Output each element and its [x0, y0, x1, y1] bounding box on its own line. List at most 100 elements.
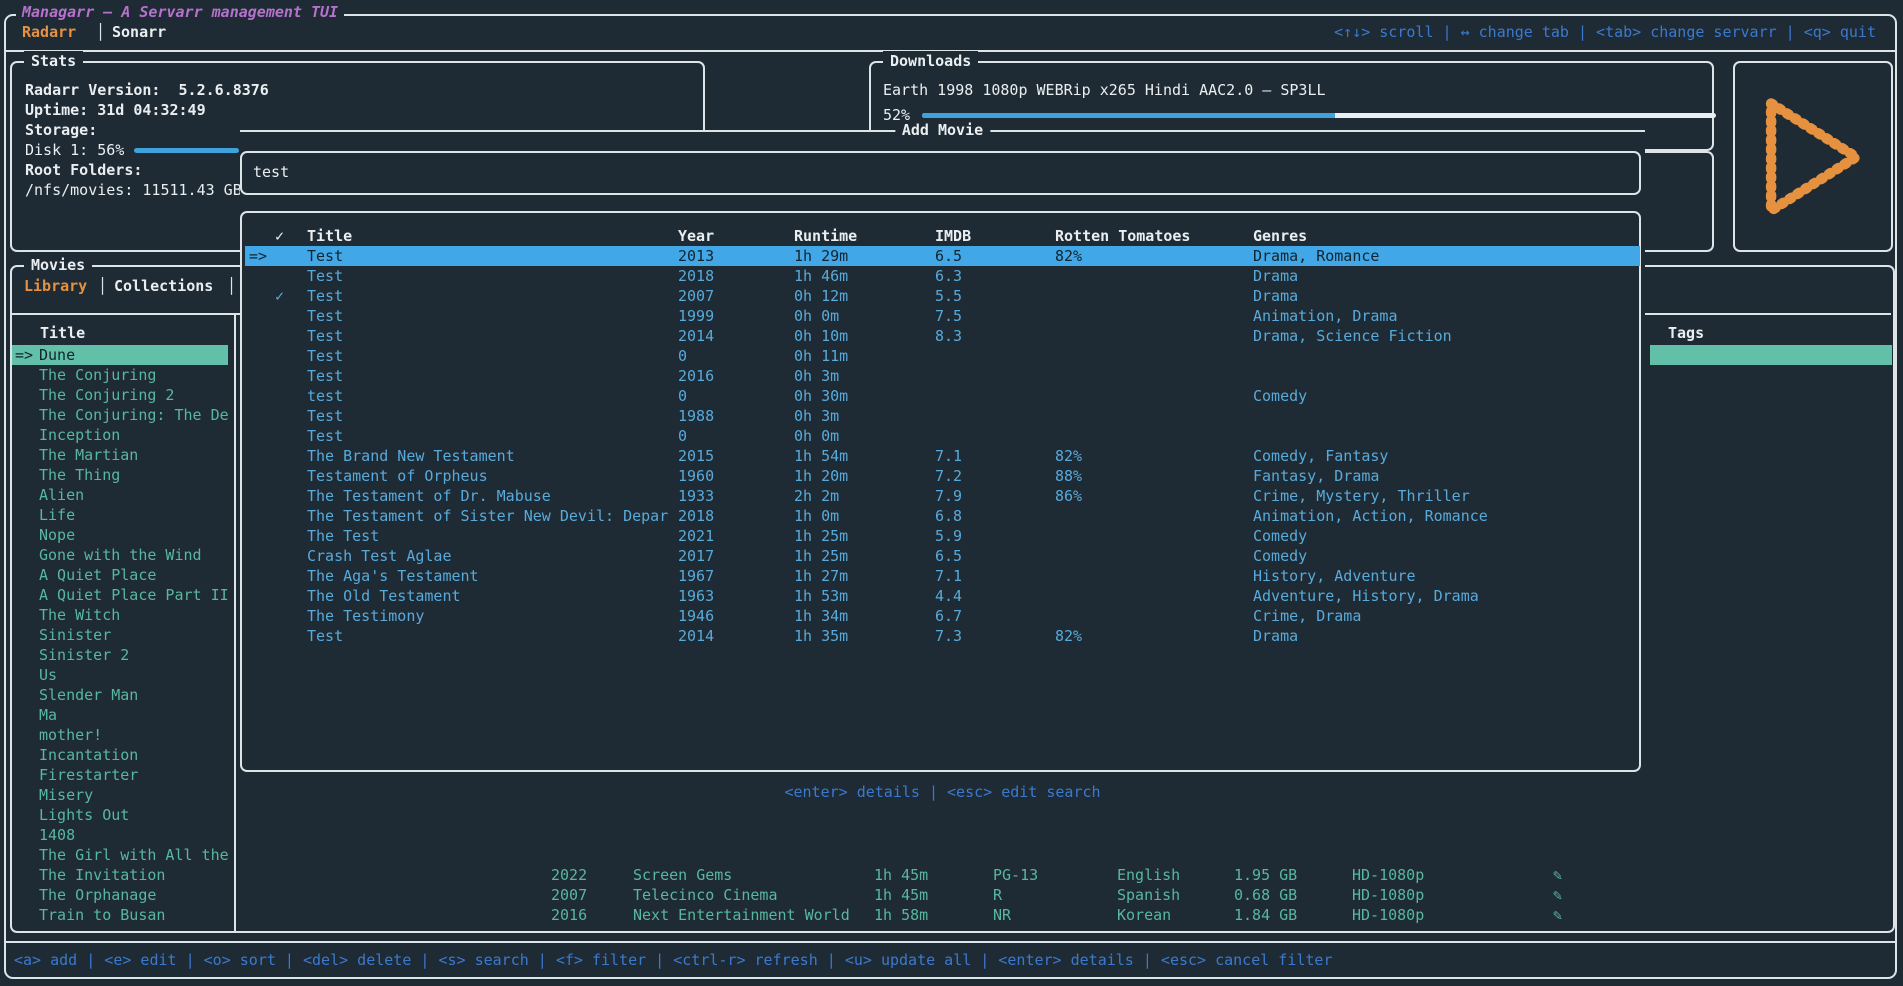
servarr-tab-radarr[interactable]: Radarr: [22, 22, 76, 42]
movie-list-item[interactable]: Sinister 2: [39, 645, 129, 665]
search-result-row[interactable]: Test20181h 46m6.3Drama: [245, 266, 1640, 286]
search-result-row[interactable]: The Test20211h 25m5.9Comedy: [245, 526, 1640, 546]
detail-language: English: [1117, 865, 1180, 885]
movie-detail-row[interactable]: 2007Telecinco Cinema1h 45mRSpanish0.68 G…: [12, 885, 1893, 905]
servarr-tab-sonarr[interactable]: Sonarr: [112, 22, 166, 42]
result-year: 0: [678, 386, 687, 406]
search-result-row[interactable]: Test20160h 3m: [245, 366, 1640, 386]
detail-quality-profile: HD-1080p: [1352, 905, 1424, 925]
detail-year: 2016: [551, 905, 587, 925]
movie-list-item[interactable]: A Quiet Place: [39, 565, 156, 585]
result-year: 1967: [678, 566, 714, 586]
stats-version-label: Radarr Version:: [25, 81, 160, 99]
movie-list-item[interactable]: A Quiet Place Part II: [39, 585, 229, 605]
movie-list-item[interactable]: Firestarter: [39, 765, 138, 785]
movie-detail-row[interactable]: 2016Next Entertainment World1h 58mNRKore…: [12, 905, 1893, 925]
movie-list-item[interactable]: mother!: [39, 725, 102, 745]
result-genres: Animation, Action, Romance: [1253, 506, 1488, 526]
result-title: Test: [307, 286, 343, 306]
result-imdb-rating: 6.5: [935, 546, 962, 566]
edit-pencil-icon[interactable]: ✎: [1553, 905, 1562, 925]
search-result-row[interactable]: Test00h 0m: [245, 426, 1640, 446]
search-result-row[interactable]: The Testament of Dr. Mabuse19332h 2m7.98…: [245, 486, 1640, 506]
movie-list-item[interactable]: Alien: [39, 485, 84, 505]
detail-studio: Next Entertainment World: [633, 905, 850, 925]
movies-tab-library[interactable]: Library: [24, 276, 87, 296]
movie-list-item[interactable]: The Girl with All the: [39, 845, 229, 865]
result-title: The Testament of Dr. Mabuse: [307, 486, 551, 506]
edit-pencil-icon[interactable]: ✎: [1553, 885, 1562, 905]
search-result-row[interactable]: The Old Testament19631h 53m4.4Adventure,…: [245, 586, 1640, 606]
disk-usage-gauge: [134, 148, 239, 153]
selected-row-arrow: =>: [249, 246, 267, 266]
movie-list-item[interactable]: 1408: [39, 825, 75, 845]
stats-version-line: Radarr Version: 5.2.6.8376: [25, 80, 269, 100]
footer-separator: [5, 941, 1896, 943]
movie-list-item[interactable]: Gone with the Wind: [39, 545, 202, 565]
edit-pencil-icon[interactable]: ✎: [1553, 865, 1562, 885]
movie-list-item[interactable]: The Thing: [39, 465, 120, 485]
result-title: test: [307, 386, 343, 406]
movie-list-item[interactable]: Sinister: [39, 625, 111, 645]
result-runtime: 1h 54m: [794, 446, 848, 466]
movie-search-input[interactable]: test: [240, 151, 1641, 195]
result-runtime: 0h 3m: [794, 406, 839, 426]
movie-list-item[interactable]: The Witch: [39, 605, 120, 625]
result-rotten-tomatoes: 86%: [1055, 486, 1082, 506]
result-year: 1946: [678, 606, 714, 626]
result-rotten-tomatoes: 82%: [1055, 626, 1082, 646]
search-result-row[interactable]: The Brand New Testament20151h 54m7.182%C…: [245, 446, 1640, 466]
search-result-row[interactable]: Test19990h 0m7.5Animation, Drama: [245, 306, 1640, 326]
result-genres: Drama, Romance: [1253, 246, 1379, 266]
result-title: The Brand New Testament: [307, 446, 515, 466]
movies-tab-collections[interactable]: Collections: [114, 276, 213, 296]
result-title: Test: [307, 266, 343, 286]
search-result-row[interactable]: Test19880h 3m: [245, 406, 1640, 426]
result-title: Testament of Orpheus: [307, 466, 488, 486]
result-year: 1960: [678, 466, 714, 486]
search-result-row[interactable]: The Aga's Testament19671h 27m7.1History,…: [245, 566, 1640, 586]
movie-list-item[interactable]: Incantation: [39, 745, 138, 765]
movie-list-item[interactable]: The Conjuring 2: [39, 385, 174, 405]
movie-detail-row[interactable]: 2022Screen Gems1h 45mPG-13English1.95 GB…: [12, 865, 1893, 885]
add-movie-popup-title: Add Movie: [895, 120, 990, 140]
result-year: 2017: [678, 546, 714, 566]
download-item-name: Earth 1998 1080p WEBRip x265 Hindi AAC2.…: [883, 80, 1326, 100]
movie-list-item[interactable]: The Conjuring: [39, 365, 156, 385]
movie-list-item[interactable]: Misery: [39, 785, 93, 805]
movie-list-item[interactable]: Lights Out: [39, 805, 129, 825]
download-progress-fill: [922, 113, 1335, 118]
result-genres: Drama: [1253, 626, 1298, 646]
search-result-row[interactable]: The Testimony19461h 34m6.7Crime, Drama: [245, 606, 1640, 626]
result-imdb-rating: 7.9: [935, 486, 962, 506]
result-runtime: 1h 25m: [794, 546, 848, 566]
result-imdb-rating: 5.9: [935, 526, 962, 546]
movie-list-item-selected[interactable]: =>Dune: [12, 345, 228, 365]
search-result-row[interactable]: The Testament of Sister New Devil: Depar…: [245, 506, 1640, 526]
search-results-table[interactable]: ✓ Title Year Runtime IMDB Rotten Tomatoe…: [240, 211, 1641, 772]
movie-list-item[interactable]: The Martian: [39, 445, 138, 465]
result-genres: Drama, Science Fiction: [1253, 326, 1452, 346]
movie-list-item[interactable]: Us: [39, 665, 57, 685]
movie-list-item[interactable]: Life: [39, 505, 75, 525]
search-result-row[interactable]: test00h 30mComedy: [245, 386, 1640, 406]
movie-list-item[interactable]: Slender Man: [39, 685, 138, 705]
result-genres: History, Adventure: [1253, 566, 1416, 586]
search-result-row[interactable]: =>Test20131h 29m6.582%Drama, Romance: [245, 246, 1640, 266]
col-header-monitored: ✓: [275, 226, 284, 246]
search-result-row[interactable]: Test00h 11m: [245, 346, 1640, 366]
search-result-row[interactable]: Testament of Orpheus19601h 20m7.288%Fant…: [245, 466, 1640, 486]
movie-list-item[interactable]: The Conjuring: The De: [39, 405, 229, 425]
search-result-row[interactable]: Test20140h 10m8.3Drama, Science Fiction: [245, 326, 1640, 346]
search-result-row[interactable]: ✓Test20070h 12m5.5Drama: [245, 286, 1640, 306]
movies-title-column-header: Title: [40, 323, 85, 343]
search-result-row[interactable]: Test20141h 35m7.382%Drama: [245, 626, 1640, 646]
movie-list-item[interactable]: Nope: [39, 525, 75, 545]
result-genres: Crime, Mystery, Thriller: [1253, 486, 1470, 506]
col-header-genres: Genres: [1253, 226, 1307, 246]
movie-list-item[interactable]: Inception: [39, 425, 120, 445]
search-result-row[interactable]: Crash Test Aglae20171h 25m6.5Comedy: [245, 546, 1640, 566]
movie-list-item[interactable]: Ma: [39, 705, 57, 725]
result-runtime: 0h 12m: [794, 286, 848, 306]
result-title: Crash Test Aglae: [307, 546, 452, 566]
